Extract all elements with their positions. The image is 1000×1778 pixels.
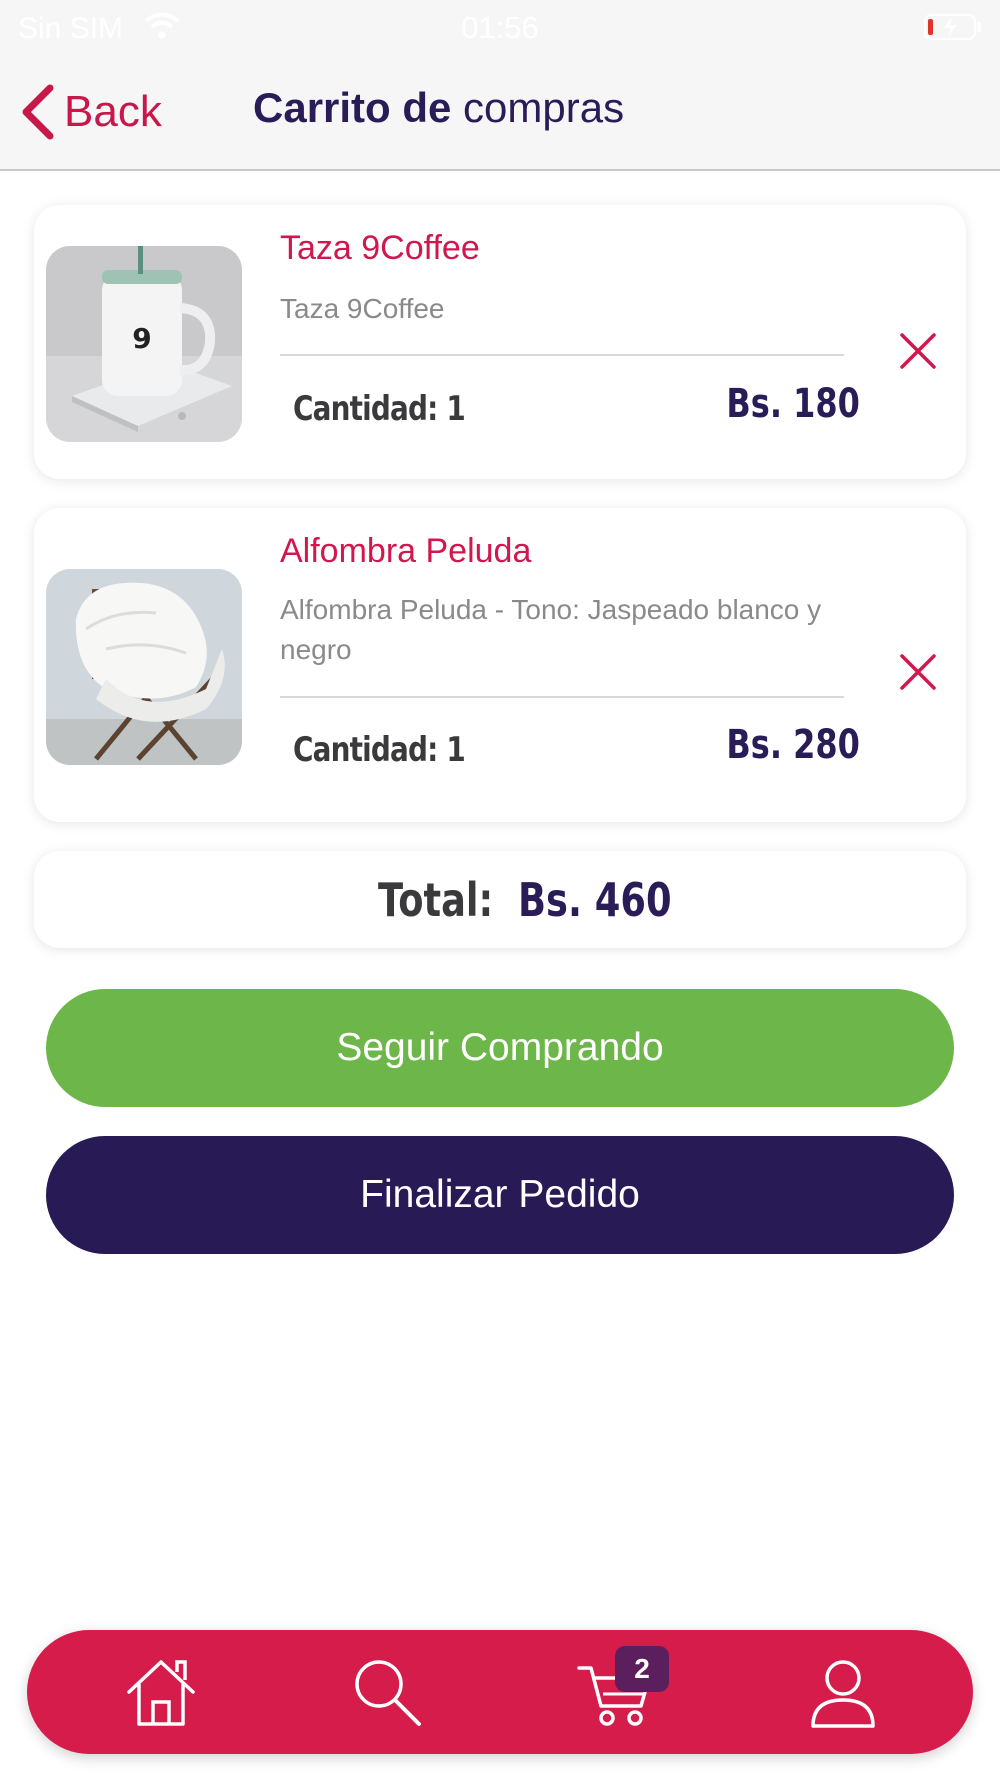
status-time: 01:56 [461,10,539,45]
cart-item: 9 Taza 9Coffee Taza 9Coffee Cantidad: 1 … [34,205,966,479]
page-title-rest: compras [451,84,625,131]
total-summary: Total: Bs. 460 [34,851,966,948]
item-name[interactable]: Taza 9Coffee [280,229,480,268]
finish-order-button[interactable]: Finalizar Pedido [46,1136,954,1254]
item-divider [280,696,844,698]
item-description: Taza 9Coffee [280,293,445,324]
cart-count-badge: 2 [615,1646,669,1692]
item-quantity: Cantidad: 1 [293,730,466,770]
chevron-left-icon [22,84,54,140]
item-description: Alfombra Peluda - Tono: Jaspeado blanco … [280,594,822,665]
product-image-mug: 9 [46,246,242,442]
search-icon[interactable] [345,1650,429,1734]
svg-text:9: 9 [132,322,151,355]
bottom-tab-bar [27,1630,973,1754]
item-quantity: Cantidad: 1 [293,389,466,429]
page-title-bold: Carrito de [253,84,452,131]
total-label: Total: [378,873,494,927]
remove-item-button[interactable] [896,329,940,373]
back-button[interactable]: Back [18,80,162,144]
page-title: Carrito de compras [253,84,624,132]
battery-icon [924,14,981,40]
product-image-rug [46,569,242,765]
remove-item-button[interactable] [896,650,940,694]
item-name[interactable]: Alfombra Peluda [280,532,531,571]
item-price: Bs. 180 [726,381,860,427]
home-icon[interactable] [119,1650,203,1734]
item-divider [280,354,844,356]
total-value: Bs. 460 [518,873,672,927]
continue-shopping-button[interactable]: Seguir Comprando [46,989,954,1107]
cart-item: Alfombra Peluda Alfombra Peluda - Tono: … [34,508,966,822]
top-bar: Sin SIM 01:56 Back Carrito de compras [0,0,1000,171]
user-icon[interactable] [801,1650,885,1734]
item-price: Bs. 280 [726,722,860,768]
back-label: Back [64,87,162,136]
